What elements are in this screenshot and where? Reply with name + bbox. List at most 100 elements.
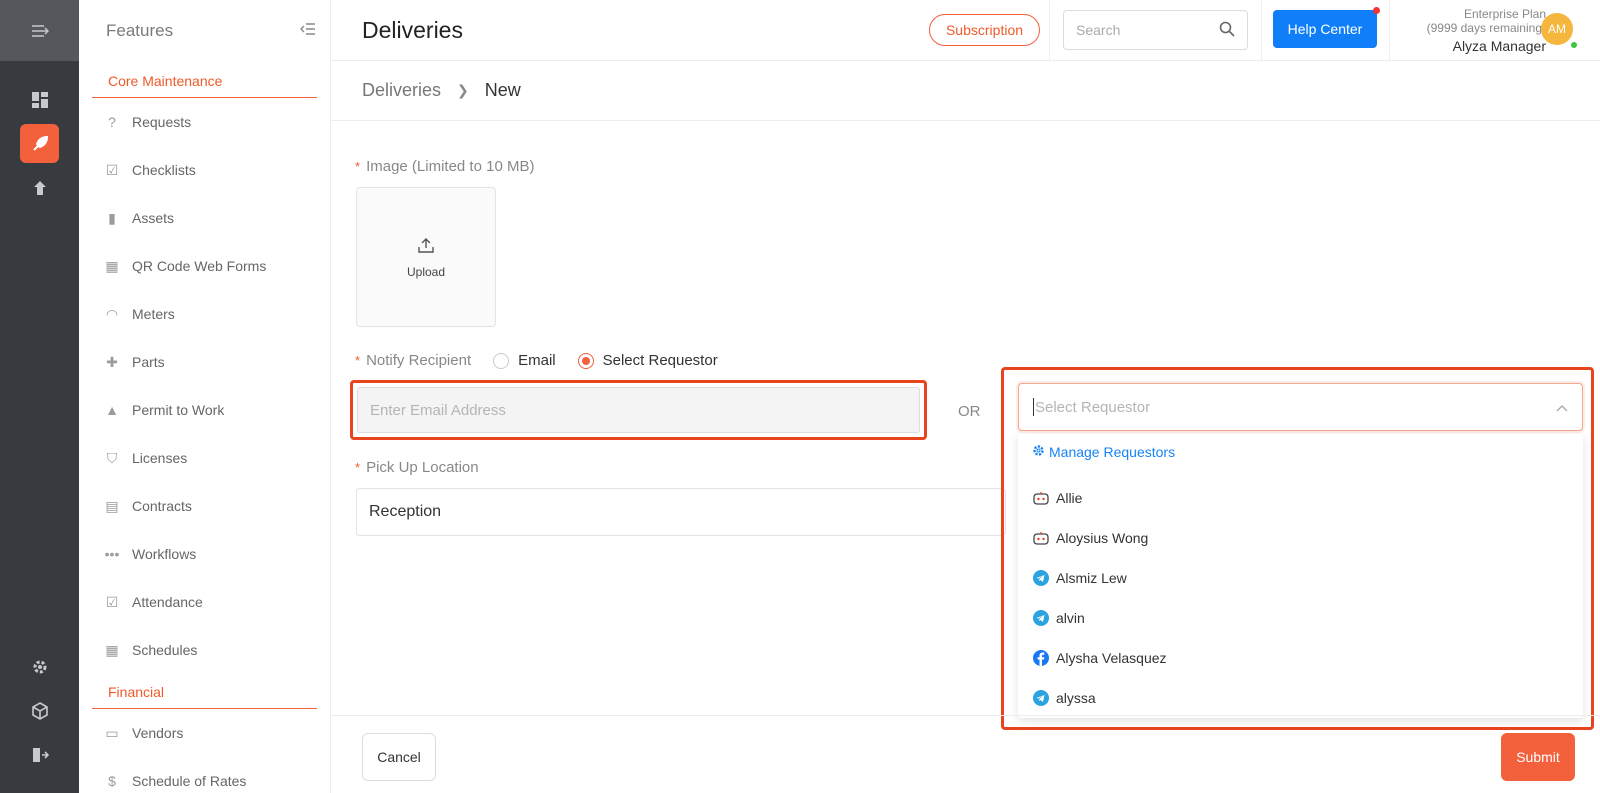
- facebook-icon: [1032, 649, 1050, 667]
- sidebar-item-qr-code-web-forms[interactable]: ▦ QR Code Web Forms: [79, 242, 330, 290]
- dropdown-option[interactable]: Aloysius Wong: [1032, 528, 1148, 548]
- option-label: Allie: [1056, 490, 1083, 506]
- footer-divider: [331, 715, 1600, 716]
- search-icon[interactable]: [1219, 21, 1235, 40]
- features-sidebar: Features Core Maintenance ? Requests ☑ Che…: [79, 0, 331, 793]
- sidebar-item-schedule-of-rates[interactable]: $ Schedule of Rates: [79, 757, 330, 793]
- notification-dot: [1373, 7, 1380, 14]
- sidebar-header: Features: [79, 0, 330, 61]
- cancel-button[interactable]: Cancel: [362, 733, 436, 781]
- breadcrumb-parent[interactable]: Deliveries: [362, 80, 441, 101]
- dropdown-option[interactable]: Alysha Velasquez: [1032, 648, 1167, 668]
- select-placeholder: Select Requestor: [1035, 398, 1151, 416]
- radio-email-label: Email: [518, 352, 556, 369]
- sidebar-item-assets[interactable]: ▮ Assets: [79, 194, 330, 242]
- sidebar-item-contracts[interactable]: ▤ Contracts: [79, 482, 330, 530]
- required-asterisk: *: [355, 460, 361, 475]
- sidebar-item-meters[interactable]: ◠ Meters: [79, 290, 330, 338]
- radio-email[interactable]: Email: [493, 352, 556, 369]
- manage-requestors-label: Manage Requestors: [1049, 444, 1176, 460]
- divider: [1049, 0, 1050, 61]
- or-label: OR: [958, 403, 981, 420]
- sidebar-item-label: Attendance: [132, 594, 203, 610]
- sidebar-item-licenses[interactable]: ⛉ Licenses: [79, 434, 330, 482]
- required-asterisk: *: [355, 159, 361, 174]
- bot-icon: [1032, 529, 1050, 547]
- option-label: Alsmiz Lew: [1056, 570, 1127, 586]
- search-input[interactable]: Search: [1063, 10, 1248, 50]
- subscription-button[interactable]: Subscription: [929, 14, 1040, 46]
- top-bar: Deliveries Subscription Search Help Cent…: [331, 0, 1600, 61]
- notify-recipient-row: * Notify Recipient Email Select Requestor: [355, 352, 718, 369]
- logout-icon[interactable]: [20, 735, 59, 774]
- pickup-location-input[interactable]: Reception: [356, 488, 1006, 536]
- sidebar-item-label: Licenses: [132, 450, 188, 466]
- plan-days: (9999 days remaining): [1426, 21, 1546, 35]
- sidebar-item-vendors[interactable]: ▭ Vendors: [79, 709, 330, 757]
- sidebar-item-schedules[interactable]: ▦ Schedules: [79, 626, 330, 674]
- option-label: alyssa: [1056, 690, 1096, 706]
- upload-label: Upload: [406, 264, 446, 279]
- sidebar-item-attendance[interactable]: ☑ Attendance: [79, 578, 330, 626]
- sidebar-item-requests[interactable]: ? Requests: [79, 98, 330, 146]
- avatar[interactable]: AM: [1541, 13, 1573, 45]
- sidebar-item-label: Requests: [132, 114, 192, 130]
- sidebar-item-label: Schedule of Rates: [132, 773, 247, 789]
- sidebar-title: Features: [106, 20, 174, 40]
- select-requestor-dropdown[interactable]: Select Requestor: [1018, 383, 1583, 431]
- collapse-sidebar-icon[interactable]: [300, 21, 316, 41]
- radio-select-requestor[interactable]: Select Requestor: [577, 352, 718, 369]
- bot-icon: [1032, 489, 1050, 507]
- radio-circle[interactable]: [493, 352, 510, 369]
- sidebar-item-label: Contracts: [132, 498, 192, 514]
- telegram-icon: [1032, 689, 1050, 707]
- submit-button[interactable]: Submit: [1501, 733, 1575, 781]
- pickup-label: * Pick Up Location: [355, 459, 479, 476]
- dropdown-option[interactable]: Allie: [1032, 488, 1082, 508]
- upload-icon: [417, 236, 435, 257]
- dropdown-option[interactable]: alyssa: [1032, 688, 1096, 708]
- requestor-dropdown-menu: Manage Requestors Allie Aloysius Wong Al…: [1018, 434, 1583, 718]
- manage-requestors-link[interactable]: Manage Requestors: [1032, 444, 1175, 460]
- email-address-input[interactable]: [357, 387, 920, 433]
- calendar-check-icon: ☑: [105, 593, 119, 610]
- divider: [1261, 0, 1262, 61]
- sidebar-item-workflows[interactable]: ••• Workflows: [79, 530, 330, 578]
- sidebar-item-label: Meters: [132, 306, 175, 322]
- gear-icon[interactable]: [20, 647, 59, 686]
- pickup-label-text: Pick Up Location: [366, 459, 479, 476]
- question-icon: ?: [108, 114, 116, 130]
- sidebar-item-label: Permit to Work: [132, 402, 225, 418]
- analytics-icon[interactable]: [20, 168, 59, 207]
- option-label: Alysha Velasquez: [1056, 650, 1167, 666]
- dashboard-icon[interactable]: [20, 80, 59, 119]
- image-label-text: Image (Limited to 10 MB): [366, 158, 535, 175]
- box-icon[interactable]: [20, 691, 59, 730]
- option-label: alvin: [1056, 610, 1085, 626]
- page-title: Deliveries: [362, 17, 463, 43]
- calendar-icon: ▦: [105, 641, 119, 658]
- radio-requestor-label: Select Requestor: [602, 352, 718, 369]
- puzzle-icon: ✚: [106, 353, 118, 370]
- gauge-icon: ◠: [105, 305, 119, 322]
- dropdown-option[interactable]: Alsmiz Lew: [1032, 568, 1127, 588]
- breadcrumb: Deliveries ❯ New: [331, 61, 1600, 121]
- chevron-up-icon[interactable]: [1556, 399, 1568, 416]
- help-center-button[interactable]: Help Center: [1273, 10, 1377, 48]
- sidebar-item-permit-to-work[interactable]: ▲ Permit to Work: [79, 386, 330, 434]
- features-icon[interactable]: [20, 124, 59, 163]
- image-upload-button[interactable]: Upload: [356, 187, 496, 327]
- expand-menu-button[interactable]: [0, 0, 79, 61]
- notify-label: Notify Recipient: [366, 352, 472, 369]
- asset-icon: ▮: [108, 209, 116, 226]
- chevron-right-icon: ❯: [457, 82, 469, 98]
- store-icon: ▭: [105, 724, 119, 741]
- sidebar-item-checklists[interactable]: ☑ Checklists: [79, 146, 330, 194]
- dropdown-option[interactable]: alvin: [1032, 608, 1085, 628]
- sidebar-item-label: Schedules: [132, 642, 198, 658]
- section-core-maintenance: Core Maintenance: [92, 61, 317, 98]
- plan-info: Enterprise Plan (9999 days remaining) Al…: [1381, 7, 1546, 55]
- sidebar-item-parts[interactable]: ✚ Parts: [79, 338, 330, 386]
- radio-circle-selected[interactable]: [577, 352, 594, 369]
- plan-name: Enterprise Plan: [1463, 7, 1546, 21]
